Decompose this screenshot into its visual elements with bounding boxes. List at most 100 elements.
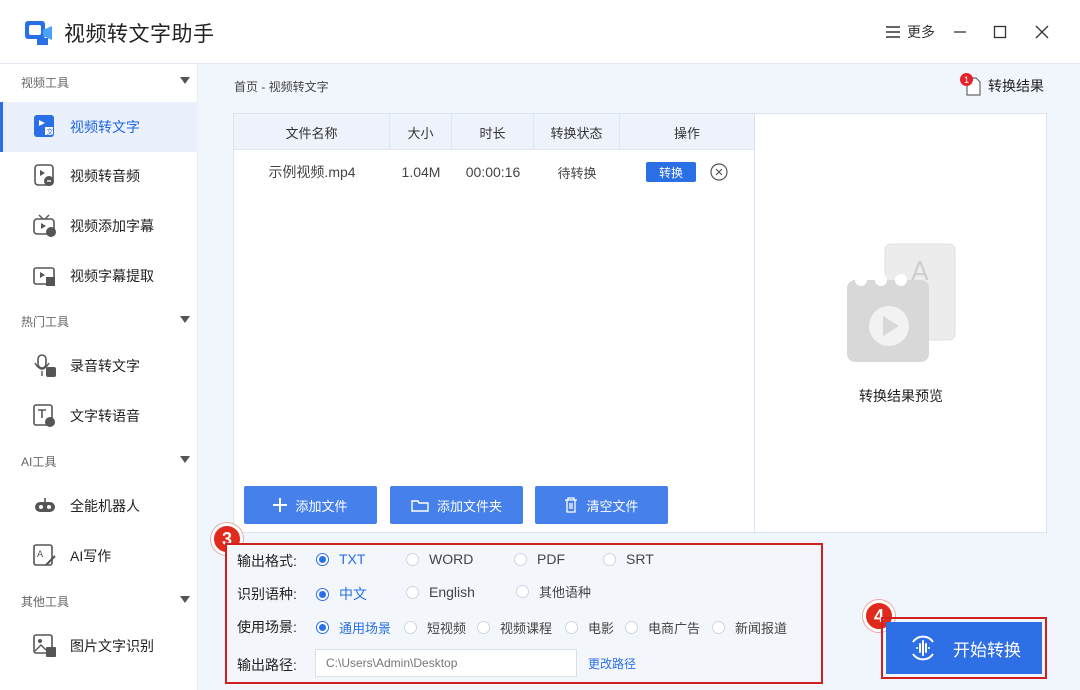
more-button[interactable]: 更多	[880, 20, 940, 44]
results-doc-icon: 1	[960, 73, 982, 97]
sidebar-item-label: 视频添加字幕	[70, 218, 154, 234]
sidebar-item-video-to-text[interactable]: 文 视频转文字	[0, 102, 198, 152]
text-to-speech-icon	[32, 403, 58, 429]
option-label: 电影	[588, 621, 615, 636]
image-ocr-icon	[32, 633, 58, 659]
row-convert-button[interactable]: 转换	[646, 162, 696, 182]
radio-icon	[514, 552, 527, 566]
language-option-other[interactable]: 其他语种	[516, 582, 591, 601]
format-option-txt[interactable]: TXT	[316, 551, 365, 567]
output-settings-box: 输出格式: TXT WORD PDF SRT 识别语种: 中文 English …	[225, 543, 823, 684]
sidebar-item-label: 录音转文字	[70, 358, 140, 374]
sidebar-item-video-subtitle[interactable]: 视频添加字幕	[0, 201, 198, 251]
scene-option-course[interactable]: 视频课程	[477, 618, 552, 637]
svg-text:文: 文	[47, 127, 54, 136]
robot-icon	[32, 493, 58, 519]
language-option-chinese[interactable]: 中文	[316, 584, 367, 604]
start-convert-label: 开始转换	[953, 640, 1021, 660]
sidebar-item-label: 视频转音频	[70, 168, 140, 184]
sidebar-item-subtitle-extract[interactable]: 视频字幕提取	[0, 251, 198, 301]
sidebar: 视频工具 文 视频转文字 视频转音频 视频添加字幕 视频字幕提取 热门工具 录音…	[0, 64, 198, 690]
option-label: 通用场景	[339, 621, 392, 636]
folder-icon	[411, 500, 429, 512]
add-folder-button[interactable]: 添加文件夹	[390, 486, 523, 524]
file-name-cell: 示例视频.mp4	[268, 164, 356, 180]
scene-option-news[interactable]: 新闻报道	[712, 618, 787, 637]
clear-files-button[interactable]: 清空文件	[535, 486, 668, 524]
scene-option-general[interactable]: 通用场景	[316, 618, 391, 637]
option-label: 中文	[339, 586, 367, 602]
close-button[interactable]	[1030, 20, 1054, 44]
group-header-hot-tools[interactable]: 热门工具	[0, 303, 198, 339]
video-subtitle-icon	[32, 213, 58, 239]
results-label: 转换结果	[988, 78, 1044, 94]
language-option-english[interactable]: English	[406, 584, 475, 600]
group-label: 其他工具	[21, 594, 70, 609]
file-size-cell: 1.04M	[401, 164, 441, 180]
format-option-pdf[interactable]: PDF	[514, 551, 565, 567]
group-header-video-tools[interactable]: 视频工具	[0, 64, 198, 100]
radio-icon	[625, 621, 638, 634]
start-convert-button[interactable]: 开始转换	[886, 622, 1042, 674]
option-label: PDF	[537, 551, 565, 567]
video-to-text-icon: 文	[32, 114, 58, 140]
caret-down-icon	[180, 456, 190, 463]
scene-label: 使用场景:	[237, 619, 297, 635]
conversion-results-button[interactable]: 1 转换结果	[960, 73, 1044, 98]
output-path-input[interactable]	[315, 649, 577, 677]
radio-icon	[406, 552, 419, 566]
more-label: 更多	[907, 24, 935, 40]
group-label: 视频工具	[21, 75, 70, 90]
group-header-ai-tools[interactable]: AI工具	[0, 443, 198, 479]
ai-writing-icon: A	[32, 543, 58, 569]
preview-placeholder-icon: A	[847, 243, 956, 362]
table-header: 文件名称 大小 时长 转换状态 操作	[234, 114, 754, 150]
add-file-button[interactable]: 添加文件	[244, 486, 377, 524]
subtitle-extract-icon	[32, 263, 58, 289]
radio-icon	[712, 621, 725, 634]
minimize-button[interactable]	[948, 20, 972, 44]
scene-option-short-video[interactable]: 短视频	[404, 618, 466, 637]
radio-icon	[565, 621, 578, 634]
sidebar-item-image-ocr[interactable]: 图片文字识别	[0, 621, 198, 671]
sidebar-item-label: AI写作	[70, 548, 112, 564]
maximize-icon	[993, 25, 1007, 39]
sidebar-item-video-to-audio[interactable]: 视频转音频	[0, 151, 198, 201]
sidebar-item-audio-to-text[interactable]: 录音转文字	[0, 341, 198, 391]
option-label: 短视频	[427, 621, 467, 636]
column-header-duration: 时长	[452, 114, 534, 150]
sidebar-item-label: 视频转文字	[70, 119, 140, 135]
scene-option-ecommerce-ad[interactable]: 电商广告	[625, 618, 700, 637]
option-label: 其他语种	[539, 585, 592, 600]
format-option-srt[interactable]: SRT	[603, 551, 654, 567]
clear-files-label: 清空文件	[586, 498, 639, 514]
column-header-status: 转换状态	[534, 114, 620, 150]
maximize-button[interactable]	[988, 20, 1012, 44]
radio-icon	[406, 585, 419, 599]
caret-down-icon	[180, 316, 190, 323]
svg-text:A: A	[37, 550, 44, 560]
sidebar-item-label: 文字转语音	[70, 408, 140, 424]
radio-icon	[404, 621, 417, 634]
add-file-label: 添加文件	[295, 498, 348, 514]
column-header-action: 操作	[673, 125, 700, 141]
file-action-cell: 转换	[620, 154, 754, 190]
app-title: 视频转文字助手	[64, 23, 215, 46]
sidebar-item-ai-writing[interactable]: A AI写作	[0, 531, 198, 581]
remove-file-icon[interactable]	[710, 163, 728, 181]
option-label: 电商广告	[648, 621, 701, 636]
video-to-audio-icon	[32, 163, 58, 189]
microphone-icon	[32, 353, 58, 379]
format-option-word[interactable]: WORD	[406, 551, 473, 567]
radio-icon	[316, 552, 329, 566]
start-button-highlight: 开始转换	[881, 617, 1047, 679]
preview-panel: A 转换结果预览	[755, 113, 1047, 533]
option-label: 视频课程	[500, 621, 553, 636]
sidebar-item-robot[interactable]: 全能机器人	[0, 481, 198, 531]
file-list-panel: 文件名称 大小 时长 转换状态 操作 示例视频.mp4 1.04M 00:00:…	[233, 113, 755, 533]
sidebar-item-text-to-speech[interactable]: 文字转语音	[0, 391, 198, 441]
close-icon	[1035, 25, 1049, 39]
change-path-link[interactable]: 更改路径	[588, 655, 636, 672]
group-header-other-tools[interactable]: 其他工具	[0, 583, 198, 619]
scene-option-movie[interactable]: 电影	[565, 618, 614, 637]
